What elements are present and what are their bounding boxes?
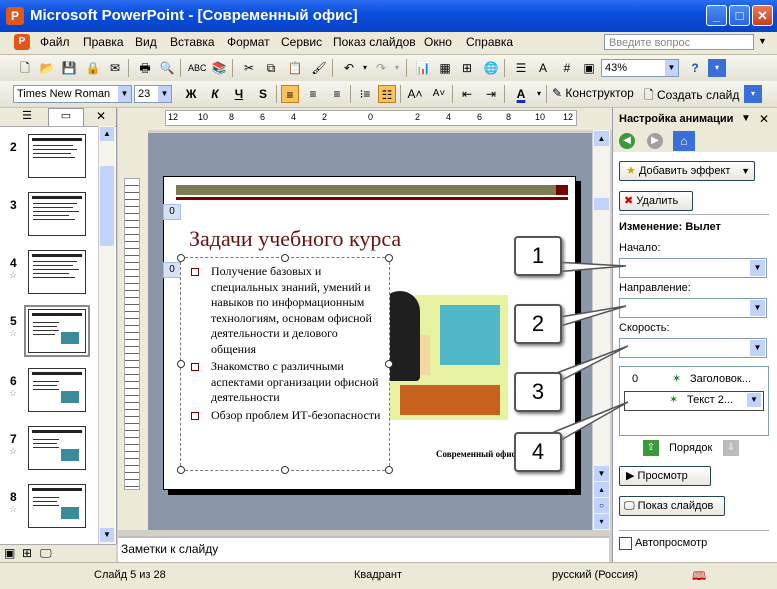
callout-2: 2 <box>514 304 562 344</box>
callout-1: 1 <box>514 236 562 276</box>
callout-pointer-1 <box>553 261 627 273</box>
language-status: русский (Россия) <box>552 569 638 581</box>
design-name: Квадрант <box>354 569 403 581</box>
callout-pointer-4 <box>553 401 629 446</box>
callout-pointer-3 <box>553 345 629 386</box>
spelling-status-icon[interactable]: 🕮 <box>692 567 706 588</box>
callout-pointer-2 <box>553 305 627 330</box>
status-bar: Слайд 5 из 28 Квадрант русский (Россия) … <box>0 562 777 589</box>
callout-pointers <box>553 261 629 446</box>
callout-3: 3 <box>514 372 562 412</box>
slide-counter: Слайд 5 из 28 <box>94 569 166 581</box>
callout-4: 4 <box>514 432 562 472</box>
